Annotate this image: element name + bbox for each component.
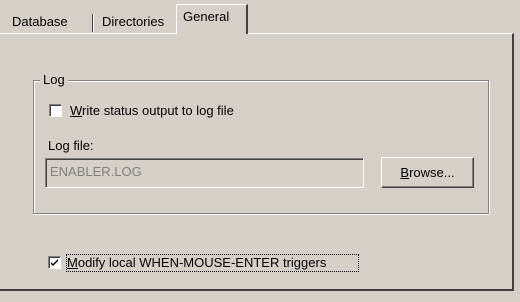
- write-status-label[interactable]: Write status output to log file: [70, 103, 234, 119]
- log-file-label-rest: file:: [69, 138, 94, 153]
- browse-mnemonic: B: [400, 165, 410, 180]
- modify-triggers-label-text: odify local WHEN-MOUSE-ENTER triggers: [77, 255, 327, 270]
- tab-general[interactable]: General: [176, 4, 248, 34]
- tab-general-label: General: [183, 9, 230, 24]
- modify-triggers-checkbox[interactable]: [48, 256, 61, 269]
- checkmark-icon: [51, 259, 58, 266]
- modify-triggers-mnemonic: M: [67, 255, 78, 270]
- tab-separator: [92, 14, 93, 32]
- log-file-mnemonic: g: [62, 138, 70, 153]
- tab-directories[interactable]: Directories: [96, 11, 170, 33]
- log-group-title: Log: [40, 72, 68, 88]
- log-file-label-prefix: Lo: [48, 138, 63, 153]
- browse-button[interactable]: Browse...: [381, 157, 474, 188]
- write-status-label-text: rite status output to log file: [82, 103, 234, 118]
- log-file-input[interactable]: ENABLER.LOG: [45, 158, 364, 188]
- tab-database[interactable]: Database: [6, 11, 74, 33]
- tab-directories-label: Directories: [102, 14, 165, 29]
- write-status-mnemonic: W: [70, 103, 83, 118]
- log-groupbox: [33, 80, 489, 214]
- log-file-label: Log file:: [48, 138, 94, 154]
- general-options-dialog: Database Directories General Log Write s…: [0, 0, 520, 302]
- tab-database-label: Database: [12, 14, 68, 29]
- modify-triggers-label[interactable]: Modify local WHEN-MOUSE-ENTER triggers: [66, 254, 359, 272]
- browse-label: rowse...: [409, 165, 455, 180]
- write-status-checkbox[interactable]: [49, 104, 62, 117]
